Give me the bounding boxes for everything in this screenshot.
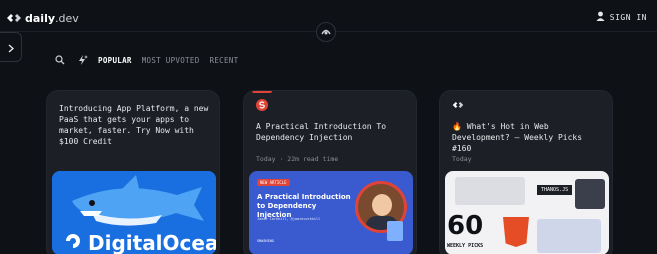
tab-recent[interactable]: RECENT xyxy=(210,56,239,65)
feed-filter-bar: POPULAR MOST UPVOTED RECENT xyxy=(54,54,238,66)
tab-popular[interactable]: POPULAR xyxy=(98,56,132,65)
ad-card[interactable]: Introducing App Platform, a new PaaS tha… xyxy=(46,90,220,254)
sign-in-label: SIGN IN xyxy=(609,12,647,22)
digitalocean-icon xyxy=(64,232,82,254)
card-image: THANOS.JS 60 WEEKLY PICKS xyxy=(445,171,609,254)
sidebar-toggle-button[interactable] xyxy=(0,32,22,62)
sparkle-filter-icon[interactable] xyxy=(76,54,88,66)
daily-dev-logo-icon xyxy=(6,9,22,28)
tab-most-upvoted[interactable]: MOST UPVOTED xyxy=(142,56,200,65)
image-brand: SMASHING xyxy=(257,239,274,243)
card-title: Introducing App Platform, a new PaaS tha… xyxy=(59,104,209,146)
card-image: DigitalOcean xyxy=(52,171,216,254)
card-title: A Practical Introduction To Dependency I… xyxy=(256,122,387,142)
search-icon[interactable] xyxy=(54,54,66,66)
preview-thumbnail xyxy=(537,219,601,253)
article-card[interactable]: A Practical Introduction To Dependency I… xyxy=(243,90,417,254)
digitalocean-logo: DigitalOcean xyxy=(64,231,216,254)
html5-icon xyxy=(503,217,529,247)
image-tag: THANOS.JS xyxy=(537,185,573,195)
daily-dev-source-icon xyxy=(452,99,464,111)
article-card[interactable]: 🔥 What's Hot in Web Development? — Weekl… xyxy=(439,90,613,254)
digitalocean-wordmark: DigitalOcean xyxy=(88,231,216,254)
image-caption: WEEKLY PICKS xyxy=(447,243,484,249)
chevron-right-icon xyxy=(8,38,14,57)
card-title: 🔥 What's Hot in Web Development? — Weekl… xyxy=(452,122,583,153)
sign-in-button[interactable]: SIGN IN xyxy=(596,11,647,23)
user-icon xyxy=(596,11,605,23)
card-meta: Today xyxy=(452,155,472,163)
card-accent-bar xyxy=(252,91,272,93)
document-icon xyxy=(387,221,403,241)
card-meta: Today · 22m read time xyxy=(256,155,339,163)
logo-text: daily.dev xyxy=(25,12,79,25)
smashing-source-icon xyxy=(256,99,268,111)
logo[interactable]: daily.dev xyxy=(6,9,79,28)
feed-toggle-icon[interactable] xyxy=(316,22,336,42)
preview-thumbnail xyxy=(455,177,525,205)
card-image: NEW ARTICLE A Practical Introduction to … xyxy=(249,171,413,254)
image-badge: NEW ARTICLE xyxy=(257,179,290,186)
image-author: Jamie Corkhill, @jamiecorkhill xyxy=(257,217,321,221)
image-number: 60 xyxy=(447,211,484,241)
image-heading: A Practical Introduction to Dependency I… xyxy=(257,193,351,219)
preview-thumbnail xyxy=(575,179,605,209)
